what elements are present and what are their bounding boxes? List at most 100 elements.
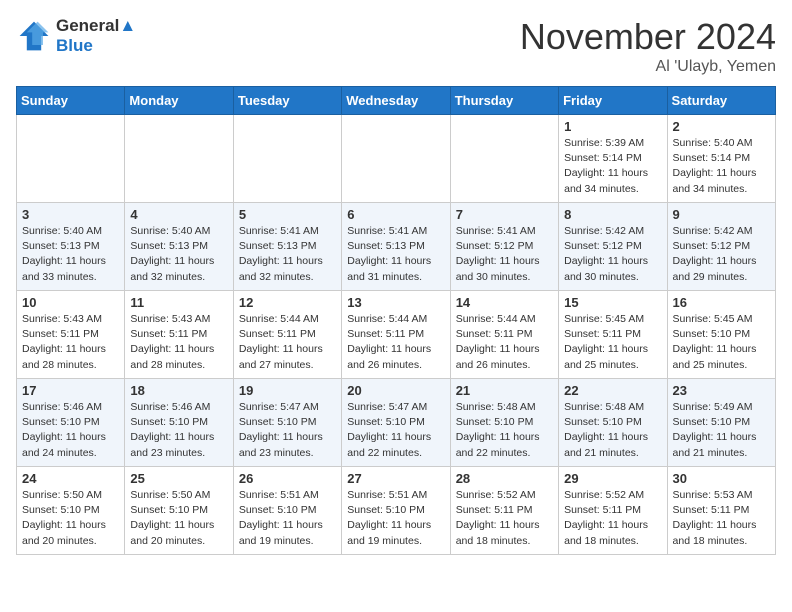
day-info: Sunrise: 5:53 AM Sunset: 5:11 PM Dayligh… bbox=[673, 488, 770, 549]
day-number: 21 bbox=[456, 383, 553, 398]
calendar-cell: 22 Sunrise: 5:48 AM Sunset: 5:10 PM Dayli… bbox=[559, 379, 667, 467]
calendar-cell: 18 Sunrise: 5:46 AM Sunset: 5:10 PM Dayli… bbox=[125, 379, 233, 467]
day-info: Sunrise: 5:50 AM Sunset: 5:10 PM Dayligh… bbox=[130, 488, 227, 549]
calendar-cell: 2 Sunrise: 5:40 AM Sunset: 5:14 PM Daylig… bbox=[667, 115, 775, 203]
calendar-cell: 21 Sunrise: 5:48 AM Sunset: 5:10 PM Dayli… bbox=[450, 379, 558, 467]
day-number: 30 bbox=[673, 471, 770, 486]
day-info: Sunrise: 5:45 AM Sunset: 5:11 PM Dayligh… bbox=[564, 312, 661, 373]
day-number: 7 bbox=[456, 207, 553, 222]
calendar-cell: 26 Sunrise: 5:51 AM Sunset: 5:10 PM Dayli… bbox=[233, 467, 341, 555]
calendar-cell: 9 Sunrise: 5:42 AM Sunset: 5:12 PM Daylig… bbox=[667, 203, 775, 291]
day-info: Sunrise: 5:52 AM Sunset: 5:11 PM Dayligh… bbox=[456, 488, 553, 549]
day-info: Sunrise: 5:48 AM Sunset: 5:10 PM Dayligh… bbox=[456, 400, 553, 461]
day-info: Sunrise: 5:44 AM Sunset: 5:11 PM Dayligh… bbox=[347, 312, 444, 373]
day-number: 18 bbox=[130, 383, 227, 398]
day-info: Sunrise: 5:46 AM Sunset: 5:10 PM Dayligh… bbox=[130, 400, 227, 461]
day-info: Sunrise: 5:52 AM Sunset: 5:11 PM Dayligh… bbox=[564, 488, 661, 549]
day-number: 22 bbox=[564, 383, 661, 398]
day-info: Sunrise: 5:43 AM Sunset: 5:11 PM Dayligh… bbox=[130, 312, 227, 373]
day-number: 2 bbox=[673, 119, 770, 134]
day-number: 12 bbox=[239, 295, 336, 310]
day-info: Sunrise: 5:41 AM Sunset: 5:13 PM Dayligh… bbox=[347, 224, 444, 285]
day-number: 27 bbox=[347, 471, 444, 486]
day-number: 25 bbox=[130, 471, 227, 486]
calendar-cell: 11Sunrise: 5:43 AM Sunset: 5:11 PM Dayli… bbox=[125, 291, 233, 379]
day-number: 15 bbox=[564, 295, 661, 310]
weekday-header-saturday: Saturday bbox=[667, 87, 775, 115]
day-info: Sunrise: 5:46 AM Sunset: 5:10 PM Dayligh… bbox=[22, 400, 119, 461]
calendar-cell: 10 Sunrise: 5:43 AM Sunset: 5:11 PM Dayli… bbox=[17, 291, 125, 379]
day-info: Sunrise: 5:48 AM Sunset: 5:10 PM Dayligh… bbox=[564, 400, 661, 461]
day-number: 1 bbox=[564, 119, 661, 134]
weekday-header-wednesday: Wednesday bbox=[342, 87, 450, 115]
logo: General▲ Blue bbox=[16, 16, 136, 56]
day-number: 24 bbox=[22, 471, 119, 486]
day-number: 20 bbox=[347, 383, 444, 398]
weekday-header-tuesday: Tuesday bbox=[233, 87, 341, 115]
weekday-header-monday: Monday bbox=[125, 87, 233, 115]
day-info: Sunrise: 5:40 AM Sunset: 5:13 PM Dayligh… bbox=[22, 224, 119, 285]
day-number: 5 bbox=[239, 207, 336, 222]
day-info: Sunrise: 5:50 AM Sunset: 5:10 PM Dayligh… bbox=[22, 488, 119, 549]
day-number: 29 bbox=[564, 471, 661, 486]
location: Al 'Ulayb, Yemen bbox=[520, 58, 776, 76]
calendar-cell: 29 Sunrise: 5:52 AM Sunset: 5:11 PM Dayli… bbox=[559, 467, 667, 555]
weekday-header-friday: Friday bbox=[559, 87, 667, 115]
calendar-cell: 24 Sunrise: 5:50 AM Sunset: 5:10 PM Dayli… bbox=[17, 467, 125, 555]
calendar-cell: 16Sunrise: 5:45 AM Sunset: 5:10 PM Dayli… bbox=[667, 291, 775, 379]
calendar-cell: 25 Sunrise: 5:50 AM Sunset: 5:10 PM Dayli… bbox=[125, 467, 233, 555]
day-info: Sunrise: 5:42 AM Sunset: 5:12 PM Dayligh… bbox=[673, 224, 770, 285]
day-info: Sunrise: 5:41 AM Sunset: 5:12 PM Dayligh… bbox=[456, 224, 553, 285]
calendar-cell: 14 Sunrise: 5:44 AM Sunset: 5:11 PM Dayli… bbox=[450, 291, 558, 379]
calendar-cell: 4 Sunrise: 5:40 AM Sunset: 5:13 PM Daylig… bbox=[125, 203, 233, 291]
day-info: Sunrise: 5:51 AM Sunset: 5:10 PM Dayligh… bbox=[347, 488, 444, 549]
calendar-cell: 8 Sunrise: 5:42 AM Sunset: 5:12 PM Daylig… bbox=[559, 203, 667, 291]
calendar-cell: 6 Sunrise: 5:41 AM Sunset: 5:13 PM Daylig… bbox=[342, 203, 450, 291]
day-number: 17 bbox=[22, 383, 119, 398]
calendar-cell: 12 Sunrise: 5:44 AM Sunset: 5:11 PM Dayli… bbox=[233, 291, 341, 379]
day-info: Sunrise: 5:42 AM Sunset: 5:12 PM Dayligh… bbox=[564, 224, 661, 285]
calendar-cell: 23 Sunrise: 5:49 AM Sunset: 5:10 PM Dayli… bbox=[667, 379, 775, 467]
logo-icon bbox=[16, 18, 52, 54]
day-number: 13 bbox=[347, 295, 444, 310]
calendar-cell: 15 Sunrise: 5:45 AM Sunset: 5:11 PM Dayli… bbox=[559, 291, 667, 379]
day-number: 4 bbox=[130, 207, 227, 222]
day-info: Sunrise: 5:39 AM Sunset: 5:14 PM Dayligh… bbox=[564, 136, 661, 197]
calendar-cell: 27 Sunrise: 5:51 AM Sunset: 5:10 PM Dayli… bbox=[342, 467, 450, 555]
day-number: 3 bbox=[22, 207, 119, 222]
day-number: 26 bbox=[239, 471, 336, 486]
day-info: Sunrise: 5:49 AM Sunset: 5:10 PM Dayligh… bbox=[673, 400, 770, 461]
calendar-table: SundayMondayTuesdayWednesdayThursdayFrid… bbox=[16, 86, 776, 555]
day-info: Sunrise: 5:51 AM Sunset: 5:10 PM Dayligh… bbox=[239, 488, 336, 549]
calendar-cell: 20Sunrise: 5:47 AM Sunset: 5:10 PM Dayli… bbox=[342, 379, 450, 467]
day-info: Sunrise: 5:44 AM Sunset: 5:11 PM Dayligh… bbox=[456, 312, 553, 373]
day-number: 28 bbox=[456, 471, 553, 486]
day-info: Sunrise: 5:40 AM Sunset: 5:13 PM Dayligh… bbox=[130, 224, 227, 285]
day-number: 16 bbox=[673, 295, 770, 310]
calendar-cell: 7 Sunrise: 5:41 AM Sunset: 5:12 PM Daylig… bbox=[450, 203, 558, 291]
calendar-cell bbox=[342, 115, 450, 203]
day-info: Sunrise: 5:44 AM Sunset: 5:11 PM Dayligh… bbox=[239, 312, 336, 373]
calendar-cell: 17 Sunrise: 5:46 AM Sunset: 5:10 PM Dayli… bbox=[17, 379, 125, 467]
day-number: 23 bbox=[673, 383, 770, 398]
day-info: Sunrise: 5:41 AM Sunset: 5:13 PM Dayligh… bbox=[239, 224, 336, 285]
day-info: Sunrise: 5:47 AM Sunset: 5:10 PM Dayligh… bbox=[239, 400, 336, 461]
day-number: 6 bbox=[347, 207, 444, 222]
day-number: 14 bbox=[456, 295, 553, 310]
month-title: November 2024 bbox=[520, 16, 776, 58]
calendar-cell bbox=[233, 115, 341, 203]
day-number: 10 bbox=[22, 295, 119, 310]
day-info: Sunrise: 5:43 AM Sunset: 5:11 PM Dayligh… bbox=[22, 312, 119, 373]
day-number: 9 bbox=[673, 207, 770, 222]
title-block: November 2024 Al 'Ulayb, Yemen bbox=[520, 16, 776, 76]
day-number: 8 bbox=[564, 207, 661, 222]
day-info: Sunrise: 5:40 AM Sunset: 5:14 PM Dayligh… bbox=[673, 136, 770, 197]
logo-text: General▲ Blue bbox=[56, 16, 136, 56]
calendar-cell bbox=[450, 115, 558, 203]
calendar-cell bbox=[125, 115, 233, 203]
calendar-cell: 3 Sunrise: 5:40 AM Sunset: 5:13 PM Daylig… bbox=[17, 203, 125, 291]
day-number: 19 bbox=[239, 383, 336, 398]
calendar-cell: 19 Sunrise: 5:47 AM Sunset: 5:10 PM Dayli… bbox=[233, 379, 341, 467]
calendar-cell: 28 Sunrise: 5:52 AM Sunset: 5:11 PM Dayli… bbox=[450, 467, 558, 555]
page-header: General▲ Blue November 2024 Al 'Ulayb, Y… bbox=[16, 16, 776, 76]
